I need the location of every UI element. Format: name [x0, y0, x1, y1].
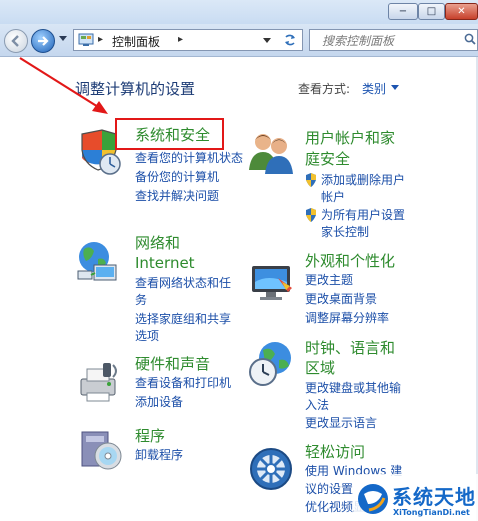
category-title-user-accounts-line2[interactable]: 庭安全 [305, 149, 350, 170]
page-title: 调整计算机的设置 [75, 80, 196, 98]
refresh-button[interactable] [279, 31, 301, 49]
link-windows-recommended-line2[interactable]: 议的设置 [305, 480, 353, 499]
watermark-title: 系统天地 [392, 485, 476, 509]
category-title-ease-of-access[interactable]: 轻松访问 [305, 442, 365, 463]
link-devices-printers[interactable]: 查看设备和打印机 [135, 374, 231, 393]
category-title-programs[interactable]: 程序 [135, 426, 165, 447]
address-dropdown-icon[interactable] [263, 38, 271, 43]
category-title-network[interactable]: 网络和 [135, 233, 180, 254]
maximize-button[interactable]: □ [418, 3, 445, 20]
link-display-language[interactable]: 更改显示语言 [305, 414, 377, 433]
link-network-status-line2[interactable]: 务 [135, 291, 147, 310]
search-box[interactable] [309, 29, 478, 51]
link-backup-computer[interactable]: 备份您的计算机 [135, 168, 219, 187]
back-button[interactable] [4, 29, 28, 53]
watermark-subtitle: XiTongTianDi.net [393, 508, 470, 517]
hardware-sound-icon[interactable] [75, 357, 123, 405]
forward-button[interactable] [31, 29, 55, 53]
category-title-appearance[interactable]: 外观和个性化 [305, 251, 395, 272]
view-by-dropdown[interactable]: 类别 [362, 80, 386, 97]
back-arrow-icon [11, 35, 19, 47]
breadcrumb-separator-icon[interactable]: ▸ [178, 34, 183, 45]
view-by-dropdown-icon[interactable] [391, 85, 399, 90]
category-title-user-accounts[interactable]: 用户帐户和家 [305, 128, 395, 149]
network-icon[interactable] [74, 237, 122, 285]
link-change-background[interactable]: 更改桌面背景 [305, 290, 377, 309]
link-screen-resolution[interactable]: 调整屏幕分辨率 [305, 309, 389, 328]
navigation-bar: ▸ 控制面板 ▸ [0, 24, 478, 57]
close-button[interactable]: ✕ [445, 3, 478, 20]
link-change-keyboard-line2[interactable]: 入法 [305, 396, 329, 415]
category-title-hardware-sound[interactable]: 硬件和声音 [135, 354, 210, 375]
programs-icon[interactable] [78, 426, 126, 474]
breadcrumb-separator-icon[interactable]: ▸ [98, 34, 103, 45]
link-network-status[interactable]: 查看网络状态和任 [135, 274, 231, 293]
search-icon[interactable] [464, 33, 476, 45]
minimize-button[interactable]: − [388, 3, 418, 20]
view-by-label: 查看方式: [298, 82, 351, 96]
link-add-remove-accounts-line2[interactable]: 帐户 [321, 188, 345, 207]
link-add-device[interactable]: 添加设备 [135, 393, 183, 412]
link-change-theme[interactable]: 更改主题 [305, 271, 353, 290]
title-bar: − □ ✕ [0, 0, 478, 24]
address-bar[interactable]: ▸ 控制面板 ▸ [73, 29, 303, 51]
link-view-computer-status[interactable]: 查看您的计算机状态 [135, 149, 243, 168]
link-find-fix-problems[interactable]: 查找并解决问题 [135, 187, 219, 206]
clock-language-icon[interactable] [247, 340, 295, 388]
link-uninstall-program[interactable]: 卸载程序 [135, 446, 183, 465]
search-input[interactable] [320, 32, 464, 50]
refresh-icon [285, 34, 295, 46]
breadcrumb-control-panel[interactable]: 控制面板 [112, 33, 160, 50]
uac-shield-icon [306, 208, 316, 222]
category-title-clock-language-line2[interactable]: 区域 [305, 358, 335, 379]
user-accounts-icon[interactable] [247, 128, 295, 176]
uac-shield-icon [306, 173, 316, 187]
category-title-network-line2[interactable]: Internet [135, 253, 195, 274]
link-homegroup-sharing-line2[interactable]: 选项 [135, 327, 159, 346]
ease-of-access-icon[interactable] [247, 445, 295, 493]
category-title-clock-language[interactable]: 时钟、语言和 [305, 338, 395, 359]
control-panel-icon [78, 33, 94, 46]
link-parental-controls-line2[interactable]: 家长控制 [321, 223, 369, 242]
highlight-box [115, 118, 224, 150]
appearance-icon[interactable] [248, 258, 296, 306]
history-dropdown-icon[interactable] [59, 36, 67, 41]
annotation-arrow-icon [19, 57, 108, 114]
forward-arrow-icon [38, 36, 49, 46]
